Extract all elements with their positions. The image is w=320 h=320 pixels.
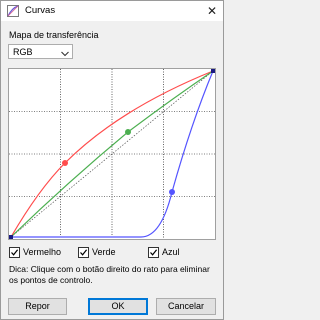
green-checkbox[interactable] [78, 247, 89, 258]
ok-button[interactable]: OK [88, 298, 148, 315]
chevron-down-icon [61, 49, 69, 57]
green-control-point[interactable] [125, 129, 131, 135]
cancel-button[interactable]: Cancelar [156, 298, 216, 315]
channel-select[interactable]: RGB [8, 44, 73, 59]
red-checkbox[interactable] [9, 247, 20, 258]
end-control-point[interactable] [211, 69, 215, 73]
curve-editor[interactable] [8, 68, 216, 240]
transfer-map-label: Mapa de transferência [9, 30, 99, 40]
green-checkbox-label: Verde [92, 247, 116, 257]
blue-checkbox-label: Azul [162, 247, 180, 257]
channel-select-value: RGB [13, 47, 33, 57]
title-bar: Curvas ✕ [1, 1, 223, 21]
start-control-point[interactable] [9, 235, 13, 239]
hint-text: Dica: Clique com o botão direito do rato… [9, 264, 210, 285]
reset-button[interactable]: Repor [8, 298, 67, 315]
blue-control-point[interactable] [169, 189, 175, 195]
window-title: Curvas [25, 5, 56, 16]
curves-icon [7, 5, 19, 17]
curves-dialog: Curvas ✕ Mapa de transferência RGB Verme… [0, 0, 224, 320]
blue-checkbox[interactable] [148, 247, 159, 258]
red-control-point[interactable] [62, 160, 68, 166]
close-button[interactable]: ✕ [203, 2, 221, 20]
red-checkbox-label: Vermelho [23, 247, 62, 257]
